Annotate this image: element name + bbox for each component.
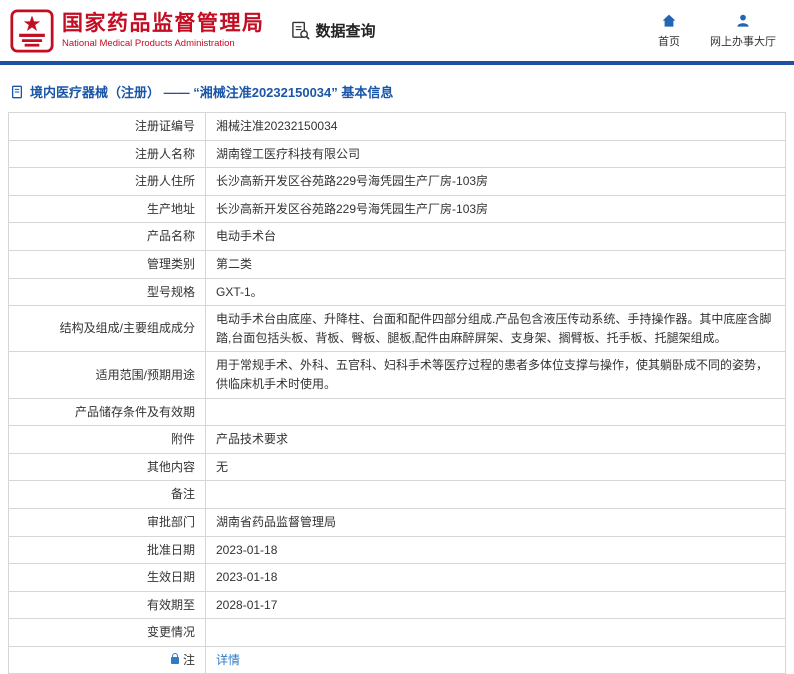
table-row: 有效期至 2028-01-17 [8, 590, 786, 620]
agency-name: 国家药品监督管理局 National Medical Products Admi… [62, 12, 265, 49]
document-icon [11, 85, 23, 98]
row-label: 生产地址 [8, 194, 206, 224]
row-label: 产品名称 [8, 222, 206, 251]
row-value: 2028-01-17 [205, 590, 786, 620]
row-label: 型号规格 [8, 277, 206, 307]
row-value: 产品技术要求 [205, 425, 786, 454]
nav-service-hall[interactable]: 网上办事大厅 [710, 13, 776, 49]
breadcrumb-text: 境内医疗器械（注册） —— “湘械注准20232150034” 基本信息 [30, 85, 394, 100]
table-row: 产品储存条件及有效期 [8, 397, 786, 427]
row-label: 注册证编号 [8, 112, 206, 141]
nav-service-hall-label: 网上办事大厅 [710, 35, 776, 48]
row-value [205, 480, 786, 509]
row-label: 审批部门 [8, 507, 206, 537]
row-value: 无 [205, 452, 786, 482]
row-label: 变更情况 [8, 618, 206, 647]
page-header: 国家药品监督管理局 National Medical Products Admi… [0, 0, 794, 61]
row-label: 有效期至 [8, 590, 206, 620]
row-value [205, 397, 786, 427]
table-row: 批准日期 2023-01-18 [8, 535, 786, 565]
agency-name-cn: 国家药品监督管理局 [62, 11, 265, 35]
table-row: 生效日期 2023-01-18 [8, 563, 786, 592]
document-search-icon [291, 21, 310, 40]
row-value: 2023-01-18 [205, 535, 786, 565]
registration-info-table: 注册证编号 湘械注准20232150034 注册人名称 湖南镗工医疗科技有限公司 注册人… [8, 112, 786, 674]
table-row: 管理类别 第二类 [8, 249, 786, 279]
table-row: 备注 [8, 480, 786, 509]
table-row: 审批部门 湖南省药品监督管理局 [8, 507, 786, 537]
table-row: 结构及组成/主要组成成分 电动手术台由底座、升降柱、台面和配件四部分组成.产品包含… [8, 305, 786, 353]
row-label: 批准日期 [8, 535, 206, 565]
info-table-body: 注册证编号 湘械注准20232150034 注册人名称 湖南镗工医疗科技有限公司 注册人… [8, 112, 786, 674]
row-value: 湖南镗工医疗科技有限公司 [205, 139, 786, 169]
table-row: 附件 产品技术要求 [8, 425, 786, 454]
row-label: 管理类别 [8, 249, 206, 279]
table-row: 适用范围/预期用途 用于常规手术、外科、五官科、妇科手术等医疗过程的患者多体位支撑… [8, 351, 786, 399]
table-row: 生产地址 长沙高新开发区谷苑路229号海凭园生产厂房-103房 [8, 194, 786, 224]
row-value: 详情 [205, 645, 786, 674]
table-row: 注详情 [8, 645, 786, 674]
top-nav: 首页 网上办事大厅 [658, 13, 776, 49]
nav-home[interactable]: 首页 [658, 13, 680, 49]
table-row: 变更情况 [8, 618, 786, 647]
nav-home-label: 首页 [658, 35, 680, 48]
row-label: 其他内容 [8, 452, 206, 482]
home-icon [662, 14, 676, 27]
row-label: 注册人名称 [8, 139, 206, 169]
national-emblem-icon [10, 8, 54, 53]
row-label: 适用范围/预期用途 [8, 351, 206, 399]
row-label: 注册人住所 [8, 167, 206, 196]
row-value: 电动手术台 [205, 222, 786, 251]
row-value: 湘械注准20232150034 [205, 112, 786, 141]
table-row: 注册人住所 长沙高新开发区谷苑路229号海凭园生产厂房-103房 [8, 167, 786, 196]
row-value: 2023-01-18 [205, 563, 786, 592]
agency-brand: 国家药品监督管理局 National Medical Products Admi… [10, 8, 265, 53]
row-value: 湖南省药品监督管理局 [205, 507, 786, 537]
lock-icon [170, 652, 179, 664]
row-value: GXT-1。 [205, 277, 786, 307]
row-value: 长沙高新开发区谷苑路229号海凭园生产厂房-103房 [205, 167, 786, 196]
table-row: 型号规格 GXT-1。 [8, 277, 786, 307]
table-row: 注册人名称 湖南镗工医疗科技有限公司 [8, 139, 786, 169]
table-row: 注册证编号 湘械注准20232150034 [8, 112, 786, 141]
row-value: 用于常规手术、外科、五官科、妇科手术等医疗过程的患者多体位支撑与操作，使其躺卧成… [205, 351, 786, 399]
breadcrumb: 境内医疗器械（注册） —— “湘械注准20232150034” 基本信息 [0, 65, 794, 112]
person-icon [737, 14, 749, 27]
row-label: 生效日期 [8, 563, 206, 592]
table-row: 产品名称 电动手术台 [8, 222, 786, 251]
row-label: 注 [8, 645, 206, 674]
row-label: 附件 [8, 425, 206, 454]
detail-link[interactable]: 详情 [216, 653, 240, 667]
row-label: 结构及组成/主要组成成分 [8, 305, 206, 353]
row-value: 电动手术台由底座、升降柱、台面和配件四部分组成.产品包含液压传动系统、手持操作器… [205, 305, 786, 353]
table-row: 其他内容无 [8, 452, 786, 482]
row-value: 第二类 [205, 249, 786, 279]
row-label: 备注 [8, 480, 206, 509]
row-value [205, 618, 786, 647]
row-value: 长沙高新开发区谷苑路229号海凭园生产厂房-103房 [205, 194, 786, 224]
row-label: 产品储存条件及有效期 [8, 397, 206, 427]
agency-name-en: National Medical Products Administration [62, 38, 235, 50]
data-query-title: 数据查询 [291, 20, 376, 41]
data-query-label: 数据查询 [315, 23, 376, 40]
